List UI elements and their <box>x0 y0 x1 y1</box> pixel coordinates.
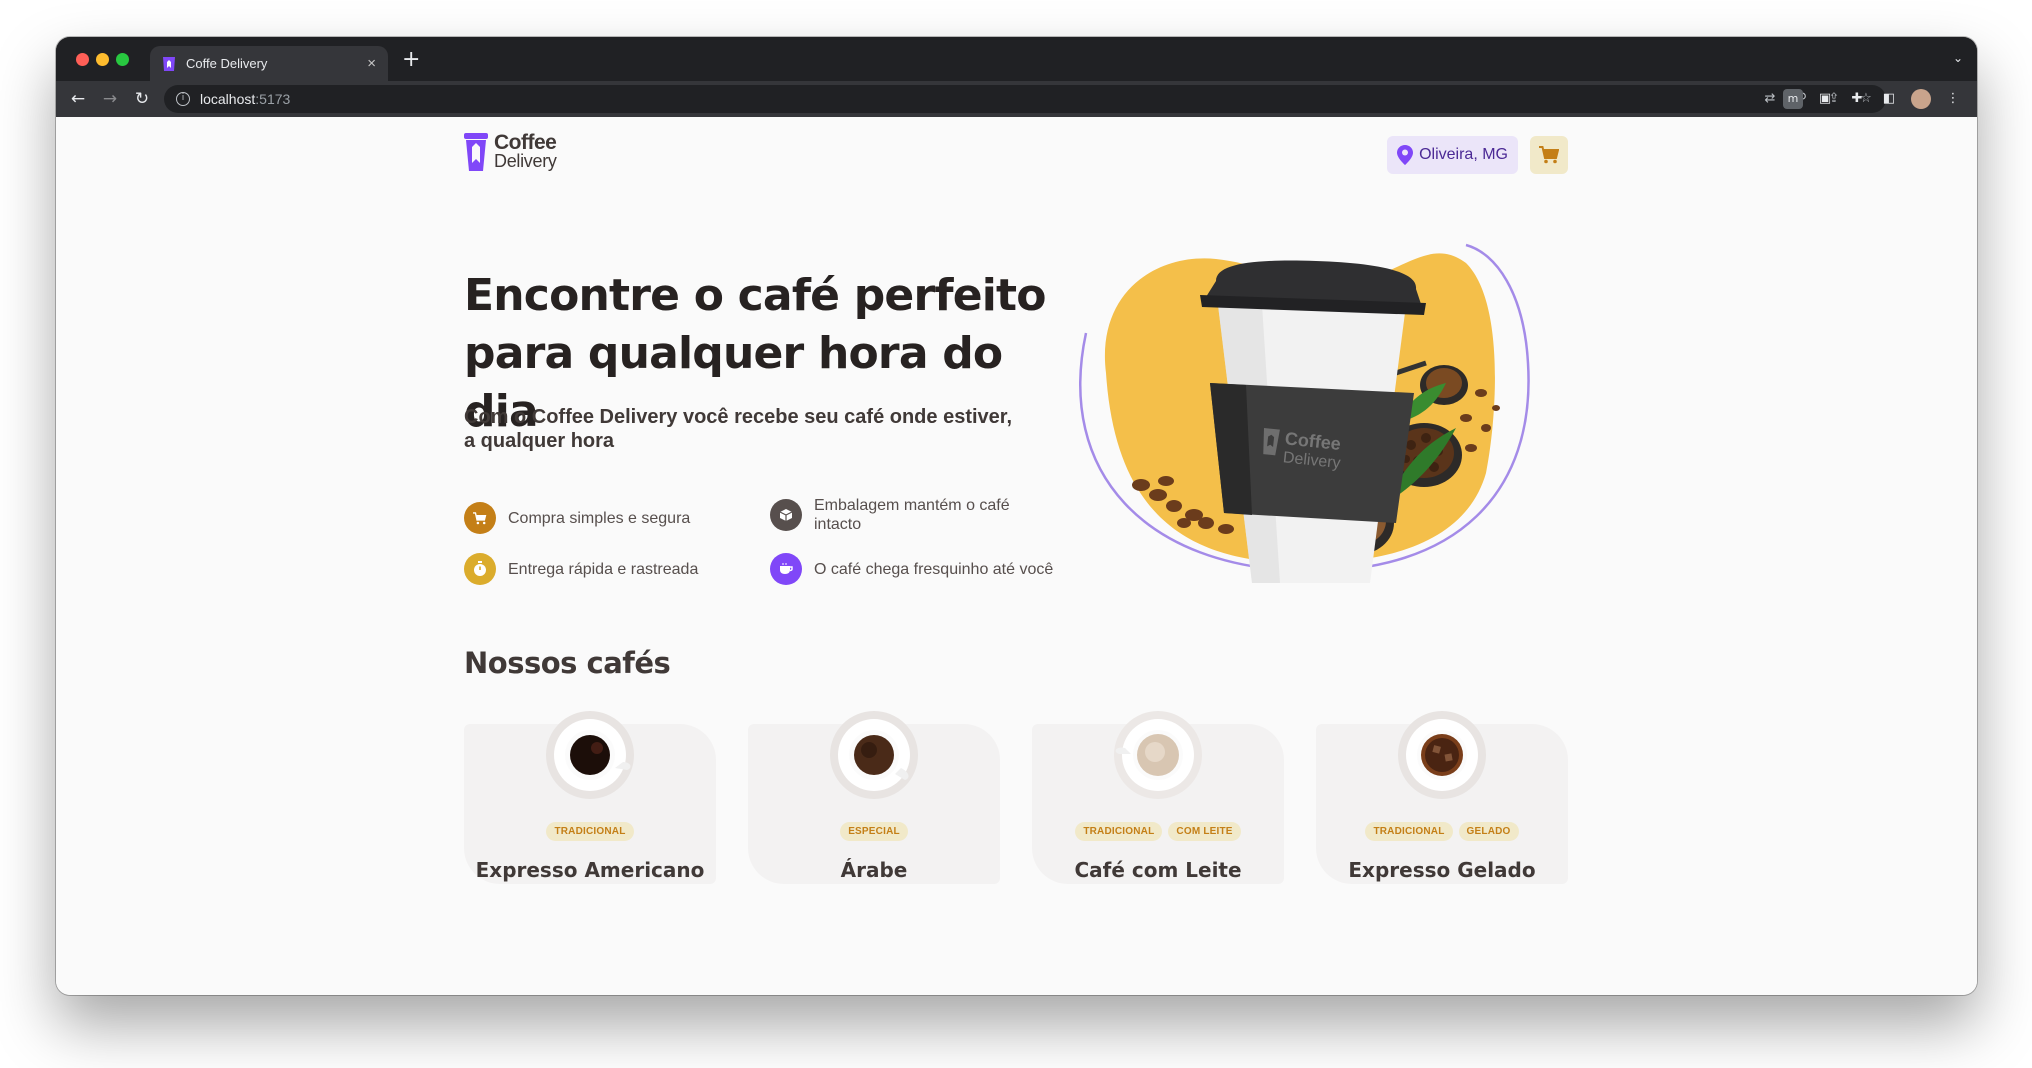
cart-button[interactable] <box>1530 136 1568 174</box>
feature-label: Compra simples e segura <box>508 509 691 527</box>
tab-title: Coffe Delivery <box>186 56 268 71</box>
hero-coffee-illustration: Coffee Delivery <box>1079 243 1530 583</box>
coffee-name: Expresso Gelado <box>1348 858 1536 882</box>
coffee-card[interactable]: TRADICIONAL GELADO Expresso Gelado <box>1316 711 1568 884</box>
address-bar[interactable]: i localhost :5173 ⇄ ⚲ ⇪ ☆ <box>164 85 1886 113</box>
page-content: Coffee Delivery Oliveira, MG Encontre o … <box>56 117 1977 995</box>
logo-text-coffee: Coffee <box>494 131 557 154</box>
cart-icon <box>1539 146 1559 164</box>
feature-label: O café chega fresquinho até você <box>814 560 1054 578</box>
coffee-image <box>546 711 634 799</box>
feature-item: Compra simples e segura <box>464 502 690 534</box>
coffee-card[interactable]: TRADICIONAL COM LEITE Café com Leite <box>1032 711 1284 884</box>
site-logo[interactable]: Coffee Delivery <box>464 131 557 173</box>
coffee-name: Árabe <box>840 858 908 882</box>
browser-window: Coffe Delivery × + ⌄ ← → ↻ i localhost :… <box>56 37 1977 995</box>
favicon-icon <box>163 56 175 71</box>
logo-cup-icon <box>464 133 488 171</box>
close-window-button[interactable] <box>76 53 89 66</box>
coffee-image <box>1114 711 1202 799</box>
location-badge[interactable]: Oliveira, MG <box>1387 136 1518 174</box>
reload-icon[interactable]: ↻ <box>130 87 154 111</box>
coffee-name: Expresso Americano <box>475 858 705 882</box>
translate-icon[interactable]: ⇄ <box>1762 91 1778 107</box>
coffee-card[interactable]: TRADICIONAL Expresso Americano <box>464 711 716 884</box>
coffee-tag: ESPECIAL <box>840 822 908 841</box>
extensions-puzzle-icon[interactable]: ✚ <box>1847 89 1867 109</box>
feature-item: O café chega fresquinho até você <box>770 553 1053 585</box>
coffee-image <box>830 711 918 799</box>
logo-text-delivery: Delivery <box>494 151 557 171</box>
minimize-window-button[interactable] <box>96 53 109 66</box>
url-host: localhost <box>200 91 256 107</box>
tab-search-icon[interactable]: ⌄ <box>1953 51 1963 65</box>
feature-label: Embalagem mantém o café intacto <box>814 497 1010 533</box>
extension-window-icon[interactable]: ▣ <box>1815 89 1835 109</box>
coffee-icon <box>770 553 802 585</box>
catalog-title: Nossos cafés <box>464 646 671 680</box>
browser-chrome: Coffe Delivery × + ⌄ ← → ↻ i localhost :… <box>56 37 1977 117</box>
coffee-tag: TRADICIONAL <box>1075 822 1163 841</box>
cart-icon <box>464 502 496 534</box>
profile-avatar[interactable] <box>1911 89 1931 109</box>
browser-menu-icon[interactable]: ⋮ <box>1943 89 1963 109</box>
back-icon[interactable]: ← <box>66 87 90 111</box>
tab-strip: Coffe Delivery × + ⌄ <box>56 37 1977 81</box>
coffee-name: Café com Leite <box>1074 858 1242 882</box>
coffee-card[interactable]: ESPECIAL Árabe <box>748 711 1000 884</box>
package-icon <box>770 499 802 531</box>
hero-subtitle: Com o Coffee Delivery você recebe seu ca… <box>464 406 1013 452</box>
coffee-tag: TRADICIONAL <box>546 822 634 841</box>
new-tab-button[interactable]: + <box>402 47 420 72</box>
coffee-tag: COM LEITE <box>1168 822 1241 841</box>
coffee-image <box>1398 711 1486 799</box>
forward-icon[interactable]: → <box>98 87 122 111</box>
url-port: :5173 <box>255 91 291 107</box>
side-panel-icon[interactable]: ◧ <box>1879 89 1899 109</box>
site-info-icon[interactable]: i <box>176 92 190 106</box>
extensions-area: m ▣ ✚ ◧ ⋮ <box>1783 89 1963 109</box>
map-pin-icon <box>1397 145 1414 165</box>
maximize-window-button[interactable] <box>116 53 129 66</box>
browser-tab[interactable]: Coffe Delivery × <box>150 46 388 81</box>
feature-item: Entrega rápida e rastreada <box>464 553 698 585</box>
site-header: Coffee Delivery Oliveira, MG <box>464 131 1568 179</box>
close-tab-icon[interactable]: × <box>367 55 376 72</box>
location-text: Oliveira, MG <box>1419 146 1508 163</box>
browser-toolbar: ← → ↻ i localhost :5173 ⇄ ⚲ ⇪ ☆ m ▣ ✚ ◧ <box>56 81 1977 117</box>
coffee-tag: GELADO <box>1458 822 1519 841</box>
feature-label: Entrega rápida e rastreada <box>508 560 699 578</box>
feature-item: Embalagem mantém o café intacto <box>770 496 1060 534</box>
extension-m-icon[interactable]: m <box>1783 89 1803 109</box>
timer-icon <box>464 553 496 585</box>
coffee-tag: TRADICIONAL <box>1365 822 1453 841</box>
